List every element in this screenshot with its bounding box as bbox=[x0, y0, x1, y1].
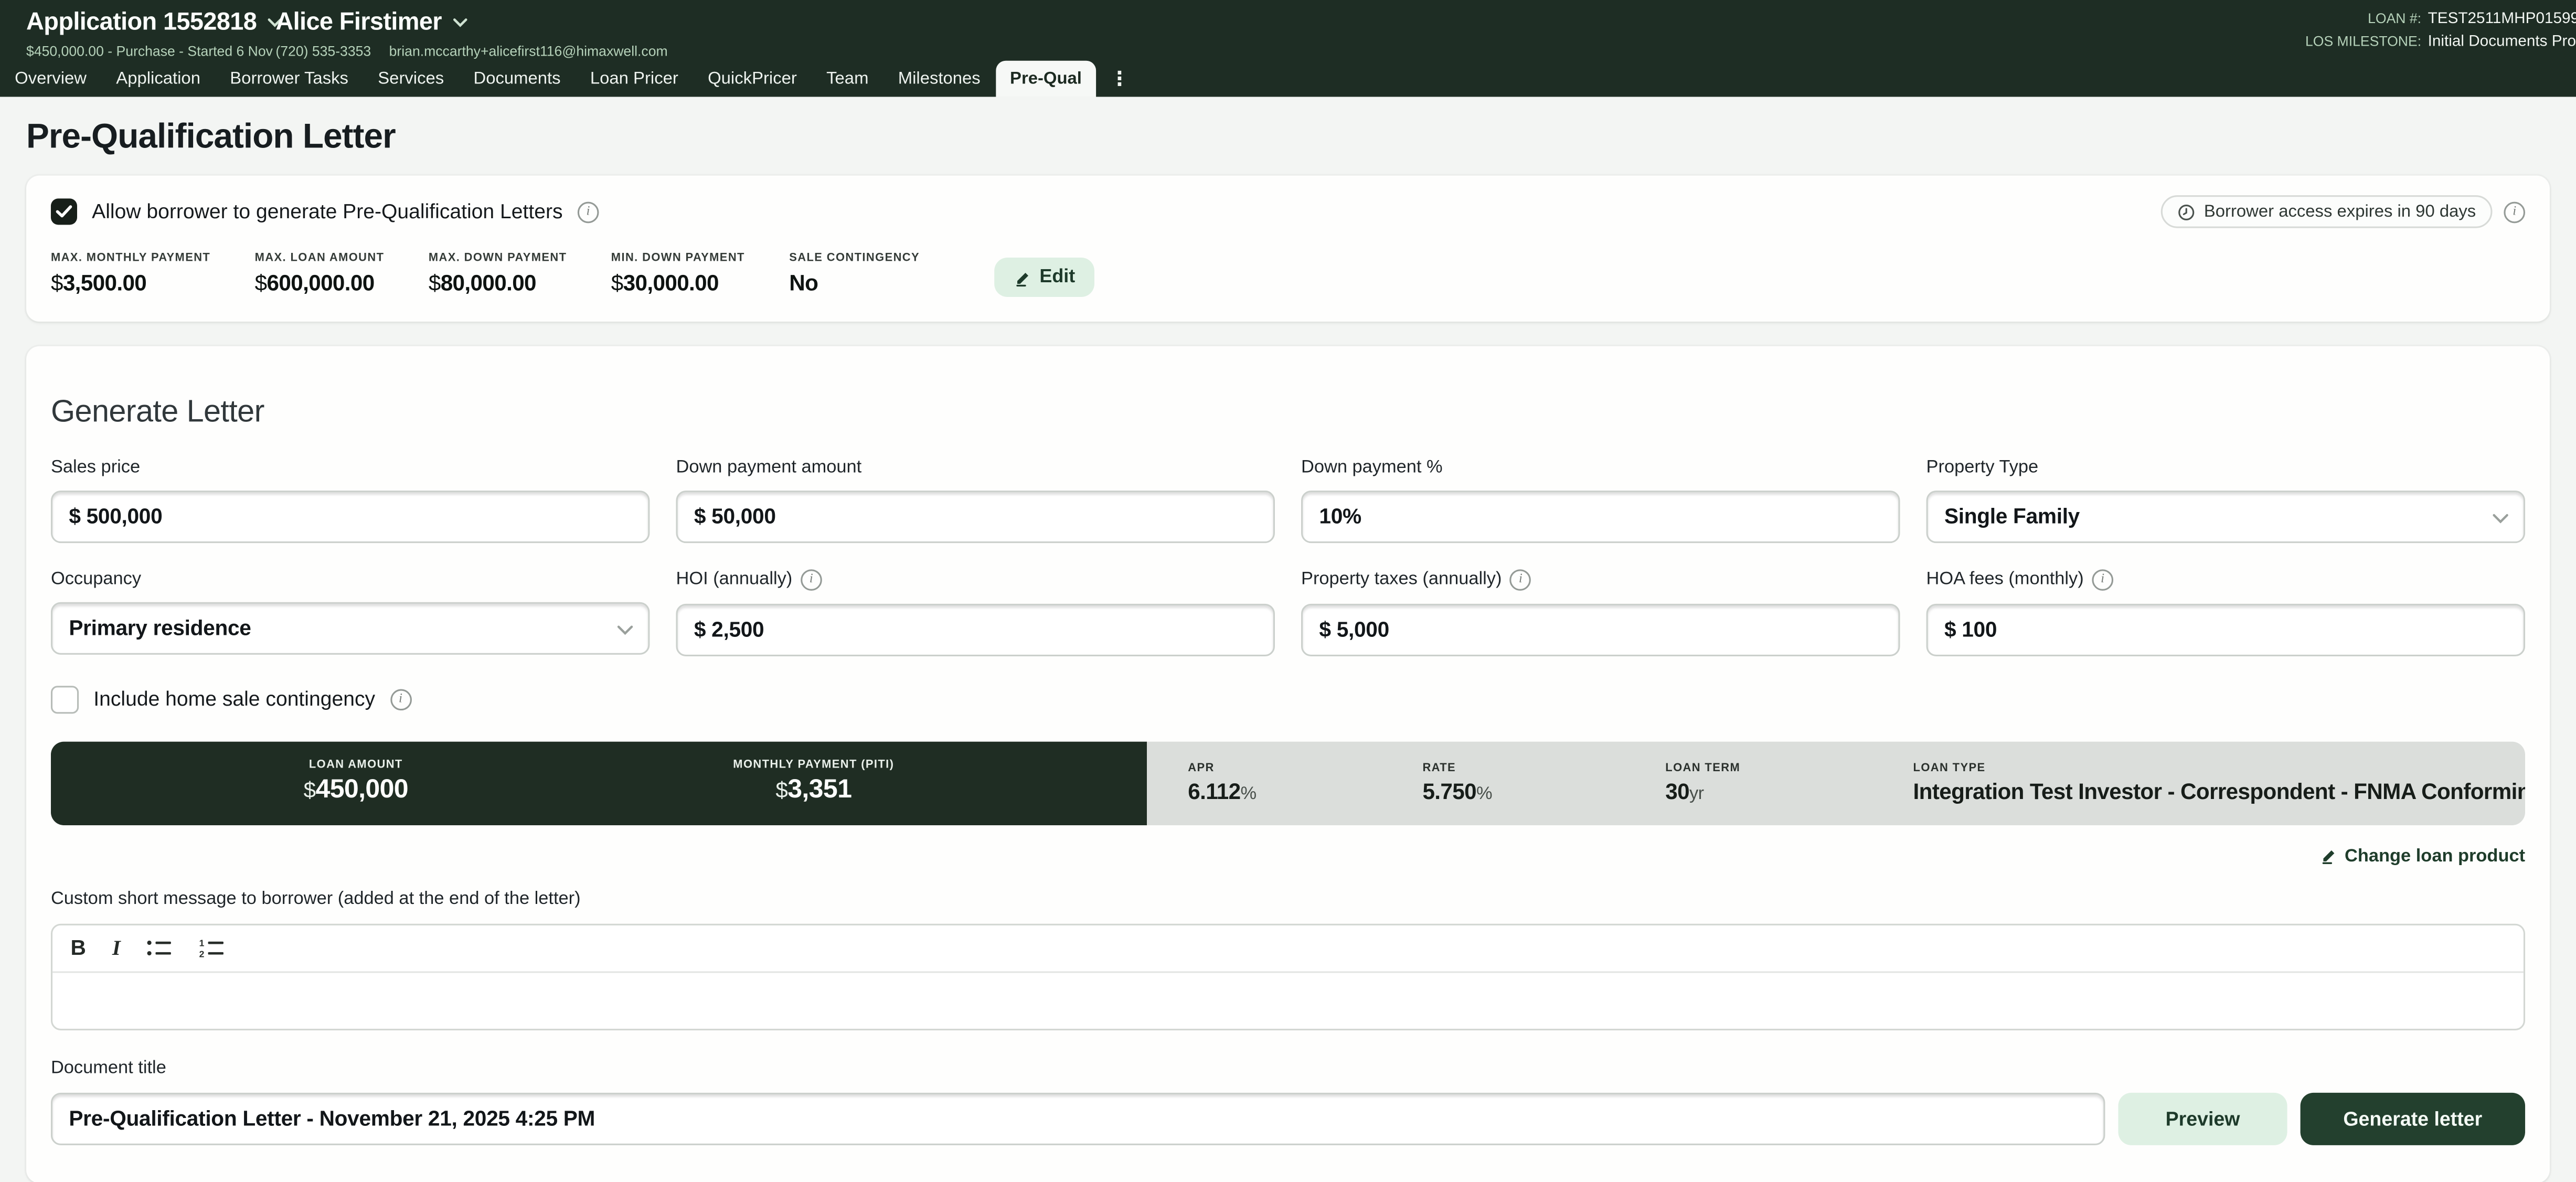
top-header: Application 1552818 $450,000.00 - Purcha… bbox=[0, 0, 2576, 97]
chevron-down-icon[interactable] bbox=[453, 17, 468, 27]
field-sales-price: Sales price bbox=[51, 457, 650, 542]
summary-loan-type: LOAN TYPE Integration Test Investor - Co… bbox=[1913, 762, 2526, 803]
tab-loan-pricer[interactable]: Loan Pricer bbox=[576, 61, 693, 97]
summary-loan-term: LOAN TERM 30yr bbox=[1665, 762, 1913, 803]
los-milestone-value: Initial Documents Provided bbox=[2428, 33, 2576, 51]
numbered-list-icon: 12 bbox=[199, 938, 226, 957]
borrower-email: brian.mccarthy+alicefirst116@himaxwell.c… bbox=[389, 42, 668, 59]
borrower-name: Alice Firstimer bbox=[275, 8, 442, 36]
tab-team[interactable]: Team bbox=[812, 61, 883, 97]
loan-number-value: TEST2511MHP01599 bbox=[2428, 10, 2576, 28]
loan-summary-gray: APR 6.112% RATE 5.750% LOAN TERM 30yr LO… bbox=[1147, 741, 2525, 824]
document-title-input[interactable] bbox=[51, 1092, 2105, 1144]
svg-text:1: 1 bbox=[200, 938, 205, 947]
tab-application[interactable]: Application bbox=[101, 61, 215, 97]
custom-message-label: Custom short message to borrower (added … bbox=[51, 889, 2525, 909]
borrower-access-text: Borrower access expires in 90 days bbox=[2204, 202, 2476, 222]
info-icon[interactable] bbox=[390, 688, 411, 710]
down-payment-amount-input[interactable] bbox=[676, 490, 1274, 542]
borrower-phone: (720) 535-3353 bbox=[275, 42, 371, 59]
property-type-select[interactable]: Single Family bbox=[1926, 490, 2525, 542]
application-switcher[interactable]: Application 1552818 $450,000.00 - Purcha… bbox=[26, 8, 283, 59]
allow-borrower-checkbox[interactable] bbox=[51, 198, 77, 225]
stat-sale-contingency: SALE CONTINGENCY No bbox=[789, 253, 920, 295]
main-nav: Overview Application Borrower Tasks Serv… bbox=[0, 61, 2576, 97]
chevron-down-icon bbox=[617, 624, 633, 634]
info-icon[interactable] bbox=[578, 201, 599, 222]
editor-toolbar: B I 12 bbox=[52, 924, 2524, 972]
field-hoi: HOI (annually) bbox=[676, 569, 1274, 656]
generate-letter-card: Generate Letter Sales price Down payment… bbox=[26, 346, 2550, 1182]
borrower-switcher[interactable]: Alice Firstimer (720) 535-3353 brian.mcc… bbox=[275, 8, 667, 59]
field-hoa-fees: HOA fees (monthly) bbox=[1926, 569, 2525, 656]
italic-button[interactable]: I bbox=[112, 934, 121, 961]
edit-button[interactable]: Edit bbox=[994, 258, 1095, 297]
svg-text:2: 2 bbox=[200, 948, 205, 957]
summary-rate: RATE 5.750% bbox=[1422, 762, 1665, 803]
document-title-label: Document title bbox=[51, 1058, 2525, 1078]
field-property-type: Property Type Single Family bbox=[1926, 457, 2525, 542]
occupancy-select[interactable]: Primary residence bbox=[51, 601, 650, 654]
bullet-list-icon bbox=[147, 938, 173, 957]
bullet-list-button[interactable] bbox=[147, 938, 173, 957]
pencil-icon bbox=[2320, 847, 2338, 865]
main-content: Pre-Qualification Letter Allow borrower … bbox=[0, 118, 2576, 1182]
custom-message-editor: B I 12 bbox=[51, 923, 2525, 1029]
application-title: Application 1552818 bbox=[26, 8, 257, 36]
summary-apr: APR 6.112% bbox=[1188, 762, 1422, 803]
stat-max-monthly-payment: MAX. MONTHLY PAYMENT $3,500.00 bbox=[51, 253, 210, 295]
prequal-settings-card: Allow borrower to generate Pre-Qualifica… bbox=[26, 176, 2550, 322]
check-icon bbox=[56, 205, 72, 218]
loan-meta: LOAN #: TEST2511MHP01599 LOS MILESTONE: … bbox=[2305, 10, 2576, 51]
home-sale-contingency-checkbox[interactable] bbox=[51, 685, 79, 713]
generate-letter-button[interactable]: Generate letter bbox=[2301, 1092, 2525, 1144]
borrower-access-pill: Borrower access expires in 90 days bbox=[2162, 195, 2493, 228]
change-loan-product-link[interactable]: Change loan product bbox=[2320, 846, 2525, 866]
hoa-fees-input[interactable] bbox=[1926, 603, 2525, 655]
summary-loan-amount: LOAN AMOUNT $450,000 bbox=[304, 760, 408, 806]
allow-borrower-label: Allow borrower to generate Pre-Qualifica… bbox=[92, 200, 562, 223]
tab-services[interactable]: Services bbox=[363, 61, 459, 97]
field-down-payment-amount: Down payment amount bbox=[676, 457, 1274, 542]
tab-pre-qual[interactable]: Pre-Qual bbox=[995, 61, 1097, 97]
generate-letter-heading: Generate Letter bbox=[51, 395, 2525, 431]
application-subtitle: $450,000.00 - Purchase - Started 6 Nov bbox=[26, 42, 273, 59]
preview-button[interactable]: Preview bbox=[2118, 1092, 2287, 1144]
home-sale-contingency-label: Include home sale contingency bbox=[93, 687, 375, 710]
tab-borrower-tasks[interactable]: Borrower Tasks bbox=[215, 61, 363, 97]
sales-price-input[interactable] bbox=[51, 490, 650, 542]
page-title: Pre-Qualification Letter bbox=[26, 118, 2550, 157]
info-icon[interactable] bbox=[2504, 201, 2525, 222]
tab-milestones[interactable]: Milestones bbox=[883, 61, 995, 97]
tab-overview[interactable]: Overview bbox=[0, 61, 101, 97]
los-milestone-label: LOS MILESTONE: bbox=[2305, 33, 2421, 49]
property-taxes-input[interactable] bbox=[1301, 603, 1900, 655]
custom-message-input[interactable] bbox=[52, 972, 2524, 1028]
more-tabs-icon[interactable]: ⋮ bbox=[1097, 61, 1143, 97]
stat-max-loan-amount: MAX. LOAN AMOUNT $600,000.00 bbox=[255, 253, 385, 295]
bold-button[interactable]: B bbox=[70, 935, 86, 960]
app-viewport: Application 1552818 $450,000.00 - Purcha… bbox=[0, 0, 2576, 1117]
info-icon[interactable] bbox=[2092, 569, 2113, 590]
summary-monthly-payment: MONTHLY PAYMENT (PITI) $3,351 bbox=[733, 760, 894, 806]
stat-min-down-payment: MIN. DOWN PAYMENT $30,000.00 bbox=[611, 253, 745, 295]
info-icon[interactable] bbox=[1510, 569, 1531, 590]
info-icon[interactable] bbox=[801, 569, 822, 590]
loan-summary-dark: LOAN AMOUNT $450,000 MONTHLY PAYMENT (PI… bbox=[51, 741, 1147, 824]
numbered-list-button[interactable]: 12 bbox=[199, 938, 226, 957]
tab-quickpricer[interactable]: QuickPricer bbox=[693, 61, 812, 97]
field-down-payment-pct: Down payment % bbox=[1301, 457, 1900, 542]
field-occupancy: Occupancy Primary residence bbox=[51, 569, 650, 656]
down-payment-pct-input[interactable] bbox=[1301, 490, 1900, 542]
field-property-taxes: Property taxes (annually) bbox=[1301, 569, 1900, 656]
pencil-icon bbox=[1013, 268, 1031, 286]
chevron-down-icon bbox=[2493, 513, 2509, 523]
stat-max-down-payment: MAX. DOWN PAYMENT $80,000.00 bbox=[429, 253, 567, 295]
loan-summary-bar: LOAN AMOUNT $450,000 MONTHLY PAYMENT (PI… bbox=[51, 741, 2525, 824]
loan-number-label: LOAN #: bbox=[2305, 10, 2421, 26]
clock-icon bbox=[2178, 203, 2196, 220]
hoi-input[interactable] bbox=[676, 603, 1274, 655]
tab-documents[interactable]: Documents bbox=[459, 61, 575, 97]
